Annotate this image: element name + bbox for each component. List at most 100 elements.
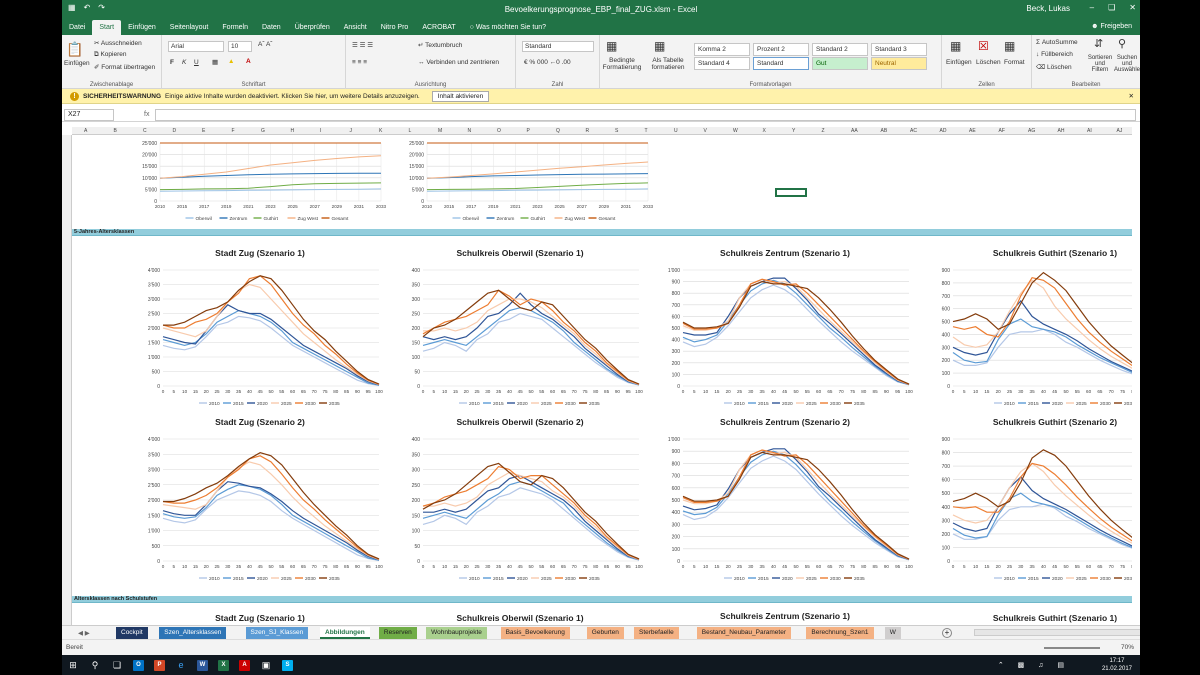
fx-icon[interactable]: fx: [144, 111, 149, 118]
task-view-icon[interactable]: ❏: [106, 655, 128, 675]
table-format-icon[interactable]: ▦: [654, 39, 665, 53]
column-header[interactable]: F: [232, 128, 235, 134]
acrobat-icon[interactable]: A: [239, 659, 250, 671]
tab-start[interactable]: Start: [92, 20, 122, 35]
autosum-button[interactable]: Σ AutoSumme: [1036, 39, 1078, 46]
conditional-format-icon[interactable]: ▦: [606, 39, 617, 53]
line-chart[interactable]: 0 5'000 10'000 15'000 20'000 25'000 2010 2015 20…: [132, 139, 387, 223]
line-chart[interactable]: Stadt Zug (Szenario 2) 0 500 1'000 1'500 2'00…: [135, 417, 385, 583]
clear-button[interactable]: ⌫ Löschen: [1036, 63, 1072, 71]
column-header[interactable]: O: [497, 128, 501, 134]
sort-filter-button[interactable]: Sortieren und Filtern: [1086, 55, 1114, 73]
tab-ueberpruefen[interactable]: Überprüfen: [288, 20, 337, 35]
close-warning-icon[interactable]: ✕: [1129, 92, 1134, 100]
column-header[interactable]: R: [586, 128, 590, 134]
share-button[interactable]: ☻ Freigeben: [1091, 23, 1132, 30]
column-header[interactable]: V: [704, 128, 707, 134]
column-header[interactable]: AJ: [1117, 128, 1123, 134]
excel-icon[interactable]: X: [218, 659, 229, 671]
italic-button[interactable]: K: [182, 59, 186, 66]
outlook-icon[interactable]: O: [133, 659, 144, 671]
sheet-tab[interactable]: Abbildungen: [320, 627, 370, 639]
sheet-tab[interactable]: Szen_SJ_Klassen: [245, 627, 309, 639]
column-header[interactable]: Q: [556, 128, 560, 134]
conditional-format-button[interactable]: Bedingte Formatierung: [602, 57, 642, 71]
column-header[interactable]: AF: [999, 128, 1005, 134]
add-sheet-icon[interactable]: +: [942, 628, 952, 638]
search-icon[interactable]: ⚲: [1118, 37, 1126, 50]
column-header[interactable]: G: [261, 128, 265, 134]
column-header[interactable]: AH: [1058, 128, 1065, 134]
column-header[interactable]: AD: [940, 128, 947, 134]
percent-icon[interactable]: € % 000 ←0 .00: [524, 59, 571, 66]
horizontal-scrollbar[interactable]: [974, 629, 1140, 636]
column-header[interactable]: AB: [881, 128, 888, 134]
column-header[interactable]: P: [527, 128, 530, 134]
insert-cells-button[interactable]: Einfügen: [946, 59, 972, 66]
enable-content-button[interactable]: Inhalt aktivieren: [431, 90, 490, 102]
style-standard[interactable]: Standard: [753, 57, 809, 70]
column-header[interactable]: AC: [910, 128, 917, 134]
tab-ansicht[interactable]: Ansicht: [337, 20, 374, 35]
tab-einfuegen[interactable]: Einfügen: [121, 20, 163, 35]
style-neutral[interactable]: Neutral: [871, 57, 927, 70]
format-painter-button[interactable]: ✐ Format übertragen: [94, 63, 155, 71]
edge-icon[interactable]: e: [170, 655, 192, 675]
column-header[interactable]: X: [763, 128, 766, 134]
column-header[interactable]: B: [114, 128, 117, 134]
style-komma-2[interactable]: Komma 2: [694, 43, 750, 56]
column-header[interactable]: N: [468, 128, 472, 134]
sheet-tab[interactable]: Cockpit: [116, 627, 148, 639]
format-cells-button[interactable]: Format: [1004, 59, 1025, 66]
font-name-select[interactable]: Arial: [168, 41, 224, 52]
format-cells-icon[interactable]: ▦: [1004, 39, 1015, 53]
column-header[interactable]: U: [674, 128, 678, 134]
column-header[interactable]: K: [379, 128, 382, 134]
column-header[interactable]: AI: [1087, 128, 1092, 134]
column-header[interactable]: AE: [969, 128, 976, 134]
column-header[interactable]: D: [173, 128, 177, 134]
column-header[interactable]: E: [202, 128, 205, 134]
font-size-select[interactable]: 10: [228, 41, 252, 52]
powerpoint-icon[interactable]: P: [154, 659, 165, 671]
search-icon[interactable]: ⚲: [84, 655, 106, 675]
app-icon[interactable]: ▣: [255, 655, 277, 675]
paste-icon[interactable]: 📋: [66, 41, 83, 58]
sheet-tab[interactable]: Reserven: [378, 627, 417, 639]
sheet-tab[interactable]: Basis_Bevoelkerung: [500, 627, 570, 639]
user-name[interactable]: Beck, Lukas: [1026, 4, 1070, 13]
column-header[interactable]: L: [409, 128, 412, 134]
column-header[interactable]: Y: [792, 128, 795, 134]
find-select-button[interactable]: Suchen und Auswählen: [1114, 55, 1140, 73]
cut-button[interactable]: ✂ Ausschneiden: [94, 39, 142, 47]
sheet-grid[interactable]: 5-Jahres-Altersklassen Altersklassen nac…: [72, 135, 1132, 625]
tell-me-search[interactable]: ○ Was möchten Sie tun?: [463, 20, 553, 35]
system-tray-icons[interactable]: ⌃ ▩ ♫ ▤: [998, 661, 1070, 669]
copy-button[interactable]: ⧉ Kopieren: [94, 51, 126, 59]
column-header[interactable]: AA: [851, 128, 858, 134]
sheet-tab[interactable]: Berechnung_Szen1: [806, 627, 874, 639]
sheet-tab[interactable]: Sterbefaelle: [634, 627, 679, 639]
sheet-tab[interactable]: Geburten: [586, 627, 624, 639]
sheet-tab[interactable]: W: [884, 627, 901, 639]
line-chart[interactable]: Schulkreis Zentrum (Szenario 1) 0 100 200 30…: [655, 248, 915, 408]
line-chart[interactable]: 0 5'000 10'000 15'000 20'000 25'000 2010 2015 20…: [399, 139, 654, 223]
windows-start-icon[interactable]: ⊞: [62, 655, 84, 675]
column-header[interactable]: S: [615, 128, 618, 134]
style-standard-4[interactable]: Standard 4: [694, 57, 750, 70]
sheet-nav-arrows[interactable]: ◀ ▶: [78, 629, 90, 637]
column-header[interactable]: A: [84, 128, 87, 134]
align-top-icon[interactable]: ☰ ☰ ☰: [352, 41, 373, 49]
delete-cells-button[interactable]: Löschen: [976, 59, 1001, 66]
sort-filter-icon[interactable]: ⇵: [1094, 37, 1103, 50]
restore-icon[interactable]: ❑: [1108, 3, 1115, 12]
grow-font-icon[interactable]: Aˆ Aˇ: [258, 41, 272, 48]
merge-center-button[interactable]: ↔ Verbinden und zentrieren: [418, 59, 499, 66]
line-chart[interactable]: Schulkreis Zentrum (Szenario 2) 0 100 200 30…: [655, 417, 915, 583]
tab-daten[interactable]: Daten: [255, 20, 288, 35]
minimize-icon[interactable]: –: [1090, 3, 1094, 12]
border-icon[interactable]: ▦: [212, 58, 218, 66]
word-icon[interactable]: W: [197, 659, 208, 671]
align-left-icon[interactable]: ≡ ≡ ≡: [352, 59, 367, 66]
tab-datei[interactable]: Datei: [62, 20, 92, 35]
